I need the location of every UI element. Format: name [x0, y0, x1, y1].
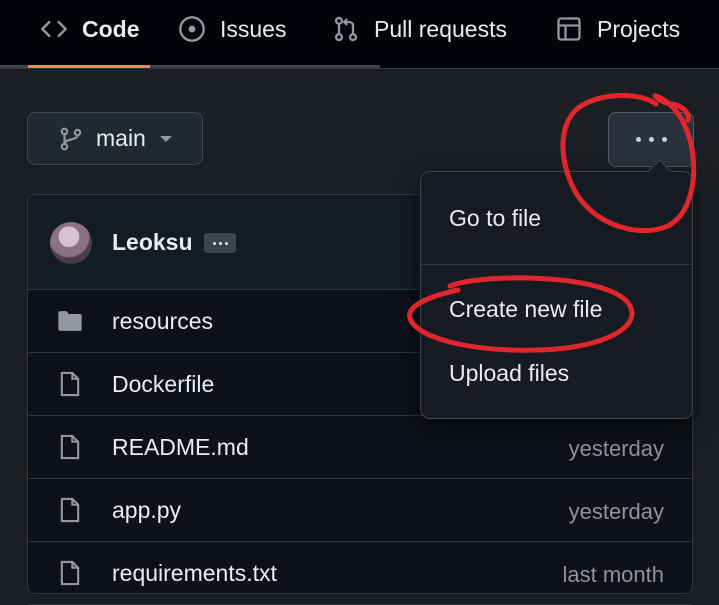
file-name-link[interactable]: app.py: [112, 497, 181, 524]
file-name-link[interactable]: requirements.txt: [112, 560, 277, 587]
code-icon: [41, 20, 67, 38]
chevron-down-icon: [159, 135, 172, 142]
tab-projects-label: Projects: [597, 15, 681, 42]
file-name-link[interactable]: README.md: [112, 434, 249, 461]
commit-author[interactable]: Leoksu: [112, 229, 193, 256]
file-icon: [60, 560, 80, 586]
more-options-menu: Go to file Create new file Upload files: [420, 159, 693, 419]
file-name-link[interactable]: resources: [112, 308, 213, 335]
tab-issues[interactable]: Issues: [178, 0, 286, 58]
menu-divider: [421, 264, 692, 265]
file-date: last month: [562, 562, 665, 587]
file-date: yesterday: [568, 436, 664, 461]
menu-item-go-to-file[interactable]: Go to file: [449, 205, 541, 232]
tab-issues-label: Issues: [220, 15, 287, 42]
file-date: yesterday: [568, 499, 664, 524]
menu-item-upload-files[interactable]: Upload files: [449, 360, 569, 387]
tab-projects[interactable]: Projects: [555, 0, 680, 58]
git-branch-icon: [60, 127, 82, 150]
repo-nav-bar: Code Issues Pull requests Projects: [0, 0, 719, 69]
avatar[interactable]: [50, 222, 92, 264]
tab-pull-requests-label: Pull requests: [374, 15, 507, 42]
file-icon: [60, 497, 80, 523]
file-name-link[interactable]: Dockerfile: [112, 371, 214, 398]
tab-code-label: Code: [82, 15, 140, 42]
table-icon: [557, 17, 581, 41]
commit-message-expand-button[interactable]: [204, 233, 236, 253]
tab-pull-requests[interactable]: Pull requests: [332, 0, 507, 58]
file-icon: [60, 434, 80, 460]
tab-code[interactable]: Code: [40, 0, 140, 58]
kebab-horizontal-icon: [635, 137, 641, 142]
more-options-button[interactable]: [608, 112, 694, 167]
active-tab-underline: [28, 65, 150, 68]
menu-item-create-new-file[interactable]: Create new file: [449, 296, 602, 323]
table-row: requirements.txt last month: [28, 541, 692, 605]
table-row: README.md yesterday: [28, 415, 692, 479]
file-icon: [60, 371, 80, 397]
folder-icon: [58, 311, 82, 331]
git-pull-request-icon: [334, 16, 358, 42]
table-row: app.py yesterday: [28, 478, 692, 542]
branch-selector-button[interactable]: main: [27, 112, 203, 165]
branch-name: main: [96, 125, 146, 151]
issue-opened-icon: [179, 16, 205, 42]
